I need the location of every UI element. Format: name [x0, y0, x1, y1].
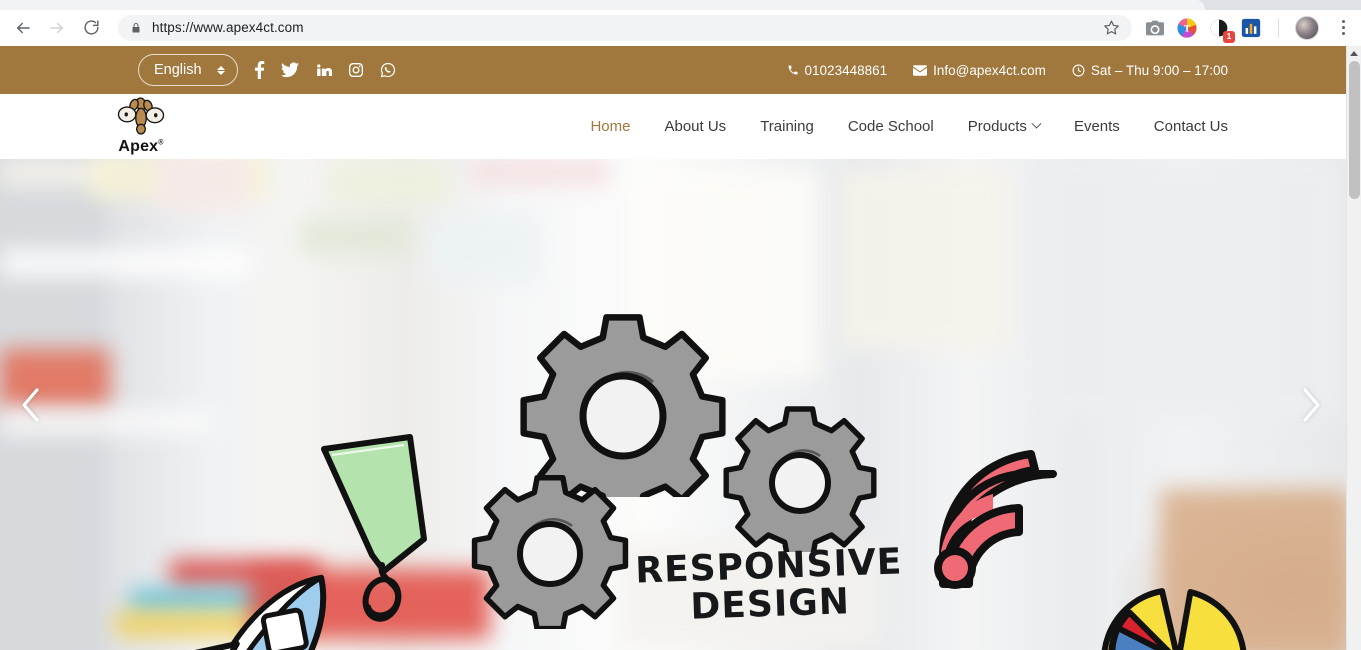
tab-strip [0, 0, 1361, 10]
bookmark-star-icon[interactable] [1093, 19, 1120, 36]
bg-box-green [300, 219, 410, 255]
scrollbar-thumb[interactable] [1349, 61, 1360, 199]
nav-item-code-school[interactable]: Code School [831, 118, 951, 135]
language-selector[interactable]: English [138, 54, 238, 86]
nav-item-products[interactable]: Products [951, 118, 1057, 135]
lock-icon [130, 21, 142, 35]
url-text: https://www.apex4ct.com [152, 20, 304, 35]
screenshot-camera-icon[interactable] [1144, 17, 1166, 39]
toolbar-divider [1278, 18, 1279, 37]
browser-tab-next[interactable] [1218, 0, 1361, 10]
twitter-glyph [281, 62, 299, 78]
whatsapp-glyph [380, 62, 396, 78]
email-address: Info@apex4ct.com [933, 62, 1046, 78]
site-utility-bar: English 01023448861 Info@apex4ct.com Sat… [0, 46, 1346, 94]
site-header: Apex® Home About Us Training Code School… [0, 94, 1346, 159]
logo-text: Apex® [118, 138, 164, 155]
reload-button[interactable] [76, 13, 106, 43]
nav-item-about-us[interactable]: About Us [647, 118, 743, 135]
apex-bee-logo-icon [117, 97, 165, 135]
facebook-icon[interactable] [254, 61, 265, 79]
chrome-menu-icon[interactable] [1333, 20, 1353, 35]
bg-box-b [430, 214, 540, 284]
color-wheel-icon[interactable]: T [1176, 17, 1198, 39]
chevron-down-icon [1031, 118, 1042, 129]
site-logo[interactable]: Apex® [110, 97, 172, 156]
scroll-up-icon [1350, 51, 1358, 56]
svg-text:T: T [1184, 24, 1191, 34]
forward-button[interactable] [42, 13, 72, 43]
lock-glyph [132, 22, 140, 32]
email-item[interactable]: Info@apex4ct.com [913, 63, 1046, 78]
phone-item[interactable]: 01023448861 [787, 62, 888, 78]
back-button[interactable] [8, 13, 38, 43]
rocket-icon [174, 574, 327, 650]
reload-icon [83, 20, 99, 35]
page-scrollbar[interactable] [1346, 46, 1361, 650]
avatar[interactable] [1295, 15, 1319, 40]
extension-badge: 1 [1223, 30, 1235, 43]
main-navigation: Home About Us Training Code School Produ… [573, 118, 1228, 135]
scroll-up-button[interactable] [1347, 46, 1361, 61]
contact-info: 01023448861 Info@apex4ct.com Sat – Thu 9… [787, 63, 1228, 78]
arrow-left-icon [17, 22, 30, 33]
browser-window: https://www.apex4ct.com T 1 English 0102… [0, 0, 1361, 650]
nav-item-training[interactable]: Training [743, 118, 831, 135]
bg-shelf-mid [0, 249, 250, 277]
camera-glyph [1146, 20, 1164, 35]
gear-small-icon [471, 474, 629, 629]
chevron-left-icon [22, 387, 39, 422]
bg-sticky-green [330, 163, 450, 203]
twitter-icon[interactable] [281, 62, 299, 78]
mail-icon [913, 64, 928, 76]
hero-slider: RESPONSIVE DESIGN ANALYTICS START UP مست… [0, 159, 1346, 650]
page-viewport: English 01023448861 Info@apex4ct.com Sat… [0, 46, 1361, 650]
phone-number: 01023448861 [804, 62, 888, 78]
analytics-glyph [1241, 18, 1261, 37]
instagram-glyph [349, 63, 363, 77]
star-glyph [1104, 20, 1119, 35]
facebook-glyph [254, 61, 265, 79]
browser-toolbar: https://www.apex4ct.com T 1 [0, 10, 1361, 46]
pie-chart-icon [1101, 588, 1247, 650]
color-wheel-glyph: T [1177, 18, 1197, 38]
gear-medium-icon [723, 406, 877, 552]
bg-sticky-pink [470, 159, 610, 185]
working-hours: Sat – Thu 9:00 – 17:00 [1090, 62, 1228, 78]
chevron-updown-icon [217, 65, 225, 75]
dark-reader-icon[interactable]: 1 [1208, 17, 1235, 43]
whatsapp-icon[interactable] [380, 62, 396, 78]
analytics-bar-icon[interactable] [1240, 17, 1262, 39]
address-bar[interactable]: https://www.apex4ct.com [118, 14, 1132, 41]
hero-caption-responsive-design: RESPONSIVE DESIGN [635, 541, 905, 630]
instagram-icon[interactable] [348, 62, 364, 78]
arrow-right-icon [50, 22, 63, 33]
rss-wifi-icon [934, 450, 1057, 589]
slider-prev-button[interactable] [8, 382, 54, 428]
bg-wall-right [1040, 159, 1340, 419]
hours-item: Sat – Thu 9:00 – 17:00 [1072, 63, 1228, 78]
clock-icon [1072, 64, 1085, 76]
social-links [254, 61, 396, 79]
phone-icon [788, 65, 798, 75]
website-content: English 01023448861 Info@apex4ct.com Sat… [0, 46, 1346, 650]
nav-item-events[interactable]: Events [1057, 118, 1137, 135]
slider-next-button[interactable] [1288, 382, 1334, 428]
nav-item-contact-us[interactable]: Contact Us [1137, 118, 1228, 135]
bg-box-a [155, 159, 250, 211]
language-label: English [154, 62, 202, 78]
browser-tab-active[interactable] [0, 0, 1205, 10]
nav-item-home[interactable]: Home [573, 118, 647, 135]
linkedin-icon[interactable] [315, 62, 332, 78]
bg-wall-cream [840, 169, 1010, 349]
chevron-right-icon [1303, 387, 1320, 422]
linkedin-glyph [317, 64, 332, 76]
extension-icons: T 1 [1138, 15, 1353, 43]
